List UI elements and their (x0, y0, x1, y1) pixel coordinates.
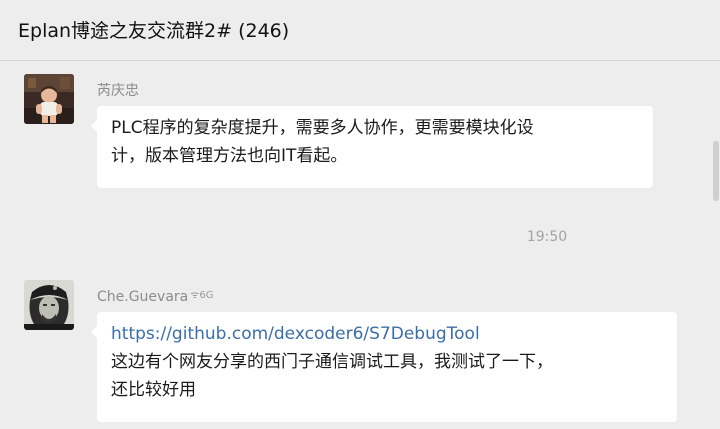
message-text-line: 还比较好用 (111, 380, 196, 400)
message-text-line: PLC程序的复杂度提升，需要多人协作，更需要模块化设 (111, 118, 534, 138)
avatar-portrait-image (24, 280, 74, 330)
message-bubble[interactable]: https://github.com/dexcoder6/S7DebugTool… (91, 312, 677, 422)
scrollbar[interactable] (712, 61, 720, 429)
timestamp: 19:50 (0, 229, 720, 245)
chat-header: Eplan博途之友交流群2# (246) (0, 0, 720, 60)
message-text-line: 计，版本管理方法也向IT看起。 (111, 146, 348, 166)
chat-title[interactable]: Eplan博途之友交流群2# (246) (18, 16, 289, 43)
signal-6g-icon: ᯤ6G (190, 290, 214, 301)
sender-name-text: Che.Guevara (97, 289, 189, 305)
github-link[interactable]: https://github.com/dexcoder6/S7DebugTool (111, 320, 663, 348)
scrollbar-thumb[interactable] (713, 141, 719, 201)
timestamp-text: 19:50 (526, 229, 568, 245)
message-text-line: 这边有个网友分享的西门子通信调试工具，我测试了一下， (111, 352, 553, 372)
avatar-cheguevara[interactable] (24, 280, 74, 330)
message-bubble[interactable]: PLC程序的复杂度提升，需要多人协作，更需要模块化设 计，版本管理方法也向IT看… (91, 106, 653, 188)
sender-name: Che.Guevara ᯤ6G (97, 287, 214, 305)
sender-name: 芮庆忠 (97, 83, 139, 99)
avatar-ruiqingzhong[interactable] (24, 74, 74, 124)
header-divider (0, 60, 720, 61)
avatar-child-image (24, 74, 74, 124)
